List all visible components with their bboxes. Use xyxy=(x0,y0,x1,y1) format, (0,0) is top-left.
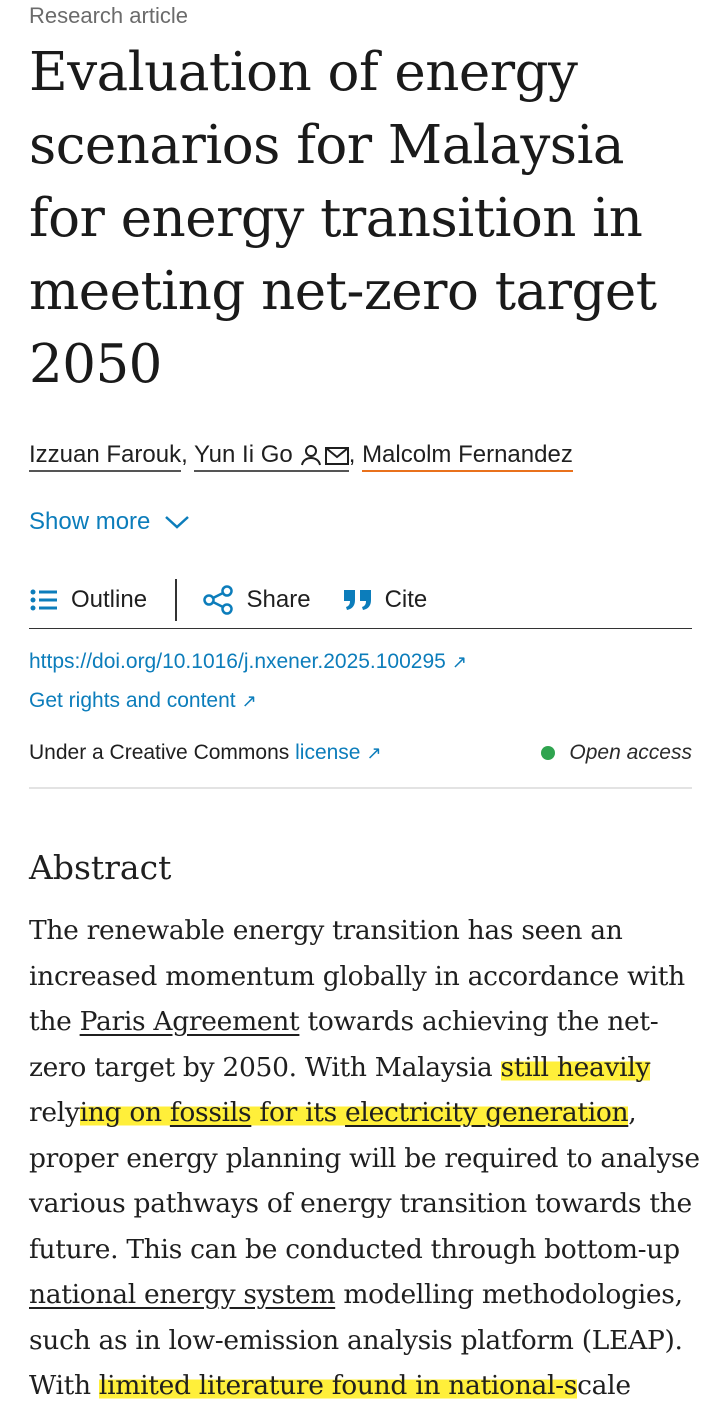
author-link[interactable]: Malcolm Fernandez xyxy=(362,441,573,472)
text-span: , xyxy=(628,1097,637,1128)
share-icon xyxy=(202,585,233,615)
electricity-generation-link[interactable]: electricity generation xyxy=(345,1097,629,1128)
outline-button[interactable]: Outline xyxy=(29,586,147,614)
mail-icon xyxy=(324,446,349,465)
open-access-label: Open access xyxy=(569,741,692,764)
abstract-line: With limited literature found in nationa… xyxy=(29,1363,699,1409)
abstract-heading: Abstract xyxy=(29,848,172,887)
text-span: the xyxy=(29,1006,80,1037)
author-separator: , xyxy=(348,441,363,468)
external-link-icon: ↗ xyxy=(241,691,257,711)
show-more-button[interactable]: Show more xyxy=(29,508,190,536)
article-type: Research article xyxy=(29,3,188,28)
abstract-line: such as in low-emission analysis platfor… xyxy=(29,1324,683,1356)
abstract-line: the Paris Agreement towards achieving th… xyxy=(29,999,699,1045)
open-access-badge: Open access xyxy=(541,738,692,768)
section-divider xyxy=(29,787,692,789)
abstract-line: relying on fossils for its electricity g… xyxy=(29,1090,699,1136)
abstract-line: proper energy planning will be required … xyxy=(29,1142,700,1174)
license-row: Under a Creative Commons license ↗ Open a… xyxy=(29,738,692,768)
article-title: Evaluation of energy scenarios for Malay… xyxy=(29,42,657,395)
text-span: cale xyxy=(577,1370,631,1401)
abstract-text: The renewable energy transition has seen… xyxy=(29,908,700,1409)
text-span: zero target by 2050. With Malaysia xyxy=(29,1051,501,1083)
license-link-text: license xyxy=(295,741,361,764)
author-separator: , xyxy=(181,441,194,468)
fossils-link[interactable]: fossils xyxy=(170,1097,252,1128)
license-prefix: Under a Creative Commons xyxy=(29,741,296,764)
highlighted-text: ing on fossils for its electricity gener… xyxy=(79,1097,629,1128)
abstract-line: zero target by 2050. With Malaysia still… xyxy=(29,1045,699,1091)
share-button[interactable]: Share xyxy=(202,585,311,615)
text-span: towards achieving the net- xyxy=(299,1006,659,1037)
article-toolbar: Outline Share Cite xyxy=(29,572,692,629)
list-icon xyxy=(30,589,57,611)
text-span: With xyxy=(29,1370,99,1401)
toolbar-divider xyxy=(175,579,177,621)
external-link-icon: ↗ xyxy=(451,652,467,672)
highlighted-text: limited literature found in national-s xyxy=(98,1370,578,1401)
text-span: ing on xyxy=(79,1097,170,1128)
text-span: modelling methodologies, xyxy=(335,1279,683,1310)
author-link[interactable]: Yun Ii Go xyxy=(193,438,349,474)
abstract-line: various pathways of energy transition to… xyxy=(29,1188,692,1219)
abstract-line: increased momentum globally in accordanc… xyxy=(29,960,685,992)
text-span: rely xyxy=(29,1097,80,1128)
text-span: for its xyxy=(251,1097,346,1128)
rights-link[interactable]: Get rights and content ↗ xyxy=(29,687,257,715)
highlighted-text: still heavily xyxy=(500,1051,651,1083)
doi-link[interactable]: https://doi.org/10.1016/j.nxener.2025.10… xyxy=(29,648,467,676)
quote-icon xyxy=(343,590,371,610)
author-name: Yun Ii Go xyxy=(193,441,293,468)
national-energy-system-link[interactable]: national energy system xyxy=(29,1279,336,1310)
author-list: Izzuan Farouk, Yun Ii Go, Malcolm Fernan… xyxy=(29,437,573,474)
abstract-line: national energy system modelling methodo… xyxy=(29,1272,699,1318)
share-label: Share xyxy=(246,586,311,613)
doi-text: https://doi.org/10.1016/j.nxener.2025.10… xyxy=(29,650,446,673)
author-icons xyxy=(297,438,349,474)
license-link[interactable]: license ↗ xyxy=(295,741,381,764)
outline-label: Outline xyxy=(71,586,148,613)
paris-agreement-link[interactable]: Paris Agreement xyxy=(80,1006,300,1037)
author-link[interactable]: Izzuan Farouk xyxy=(29,441,182,472)
license-text: Under a Creative Commons license ↗ xyxy=(29,738,382,768)
show-more-label: Show more xyxy=(29,508,151,535)
abstract-line: future. This can be conducted through bo… xyxy=(29,1233,680,1265)
chevron-down-icon xyxy=(165,516,190,529)
cite-button[interactable]: Cite xyxy=(343,586,428,614)
open-access-dot-icon xyxy=(541,746,556,760)
person-icon xyxy=(300,444,321,465)
external-link-icon: ↗ xyxy=(366,743,382,763)
rights-text: Get rights and content xyxy=(29,689,236,712)
abstract-line: The renewable energy transition has seen… xyxy=(29,915,623,946)
cite-label: Cite xyxy=(384,586,428,613)
